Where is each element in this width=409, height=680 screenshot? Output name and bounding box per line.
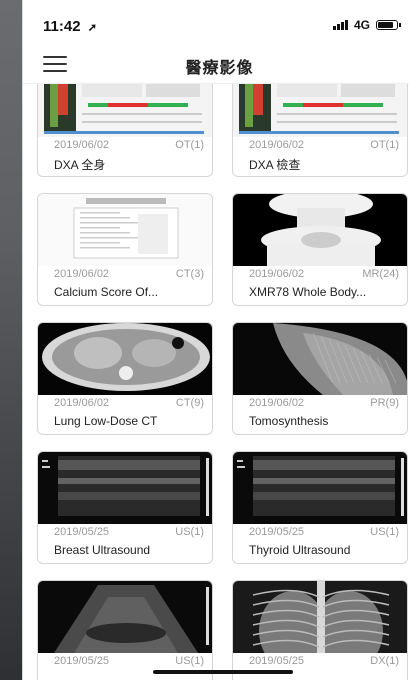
study-modality: PR(9) (370, 397, 399, 409)
location-arrow-icon: ➚ (87, 22, 97, 34)
home-indicator[interactable] (153, 670, 293, 674)
phone-screen: 11:42 ➚ 4G 醫療影像 2019/06/02 OT(1) DXA 全身 (22, 0, 409, 680)
study-title: Calcium Score Of... (54, 285, 159, 299)
study-date: 2019/05/25 (54, 526, 110, 538)
study-meta: 2019/06/02 MR(24) (233, 266, 407, 281)
study-card-5[interactable]: 2019/06/02 PR(9) Tomosynthesis (232, 322, 408, 435)
signal-strength-icon (332, 20, 348, 30)
study-thumbnail (38, 323, 212, 395)
study-card-0[interactable]: 2019/06/02 OT(1) DXA 全身 (37, 84, 213, 177)
study-modality: MR(24) (362, 268, 399, 280)
study-modality: US(1) (175, 526, 204, 538)
study-thumbnail (38, 581, 212, 653)
study-date: 2019/05/25 (249, 655, 305, 667)
study-thumbnail (233, 84, 407, 137)
study-title: Thyroid Ultrasound (249, 543, 351, 557)
study-card-8[interactable]: 2019/05/25 US(1) (37, 580, 213, 680)
time-text: 11:42 (43, 18, 81, 35)
study-modality: US(1) (370, 526, 399, 538)
battery-icon (376, 20, 401, 30)
status-time: 11:42 ➚ (43, 18, 97, 35)
study-modality: OT(1) (370, 139, 399, 151)
study-modality: US(1) (175, 655, 204, 667)
study-date: 2019/06/02 (54, 397, 110, 409)
study-title: DXA 全身 (54, 158, 106, 172)
network-type: 4G (353, 18, 370, 32)
study-meta: 2019/06/02 OT(1) (233, 137, 407, 152)
study-modality: CT(9) (175, 397, 204, 409)
study-card-4[interactable]: 2019/06/02 CT(9) Lung Low-Dose CT (37, 322, 213, 435)
study-title: DXA 檢查 (249, 158, 301, 172)
study-date: 2019/06/02 (249, 397, 305, 409)
study-meta: 2019/05/25 US(1) (233, 524, 407, 539)
study-title: Breast Ultrasound (54, 543, 151, 557)
study-card-2[interactable]: 2019/06/02 CT(3) Calcium Score Of... (37, 193, 213, 306)
study-thumbnail (233, 452, 407, 524)
study-thumbnail (38, 194, 212, 266)
study-meta: 2019/05/25 US(1) (38, 653, 212, 668)
study-grid: 2019/06/02 OT(1) DXA 全身 2019/06/02 OT(1)… (37, 84, 409, 680)
study-title: Tomosynthesis (249, 414, 329, 428)
study-thumbnail (38, 84, 212, 137)
study-card-9[interactable]: 2019/05/25 DX(1) (232, 580, 408, 680)
study-modality: DX(1) (370, 655, 399, 667)
study-date: 2019/06/02 (54, 268, 110, 280)
study-card-6[interactable]: 2019/05/25 US(1) Breast Ultrasound (37, 451, 213, 564)
page-title: 醫療影像 (185, 60, 254, 77)
study-date: 2019/05/25 (249, 526, 305, 538)
study-modality: OT(1) (175, 139, 204, 151)
study-meta: 2019/06/02 OT(1) (38, 137, 212, 152)
study-grid-scroll[interactable]: 2019/06/02 OT(1) DXA 全身 2019/06/02 OT(1)… (23, 84, 409, 680)
study-date: 2019/06/02 (249, 139, 305, 151)
study-title: Lung Low-Dose CT (54, 414, 158, 428)
study-thumbnail (233, 581, 407, 653)
study-meta: 2019/05/25 DX(1) (233, 653, 407, 668)
status-bar: 11:42 ➚ 4G (23, 0, 409, 44)
study-title: XMR78 Whole Body... (249, 285, 367, 299)
study-date: 2019/06/02 (54, 139, 110, 151)
study-card-1[interactable]: 2019/06/02 OT(1) DXA 檢查 (232, 84, 408, 177)
study-card-7[interactable]: 2019/05/25 US(1) Thyroid Ultrasound (232, 451, 408, 564)
study-meta: 2019/06/02 CT(3) (38, 266, 212, 281)
status-indicators: 4G (332, 18, 401, 32)
study-card-3[interactable]: 2019/06/02 MR(24) XMR78 Whole Body... (232, 193, 408, 306)
study-meta: 2019/05/25 US(1) (38, 524, 212, 539)
study-thumbnail (233, 323, 407, 395)
study-meta: 2019/06/02 CT(9) (38, 395, 212, 410)
study-meta: 2019/06/02 PR(9) (233, 395, 407, 410)
study-modality: CT(3) (175, 268, 204, 280)
study-thumbnail (38, 452, 212, 524)
study-date: 2019/05/25 (54, 655, 110, 667)
study-date: 2019/06/02 (249, 268, 305, 280)
navigation-bar: 醫療影像 (23, 44, 409, 84)
study-thumbnail (233, 194, 407, 266)
